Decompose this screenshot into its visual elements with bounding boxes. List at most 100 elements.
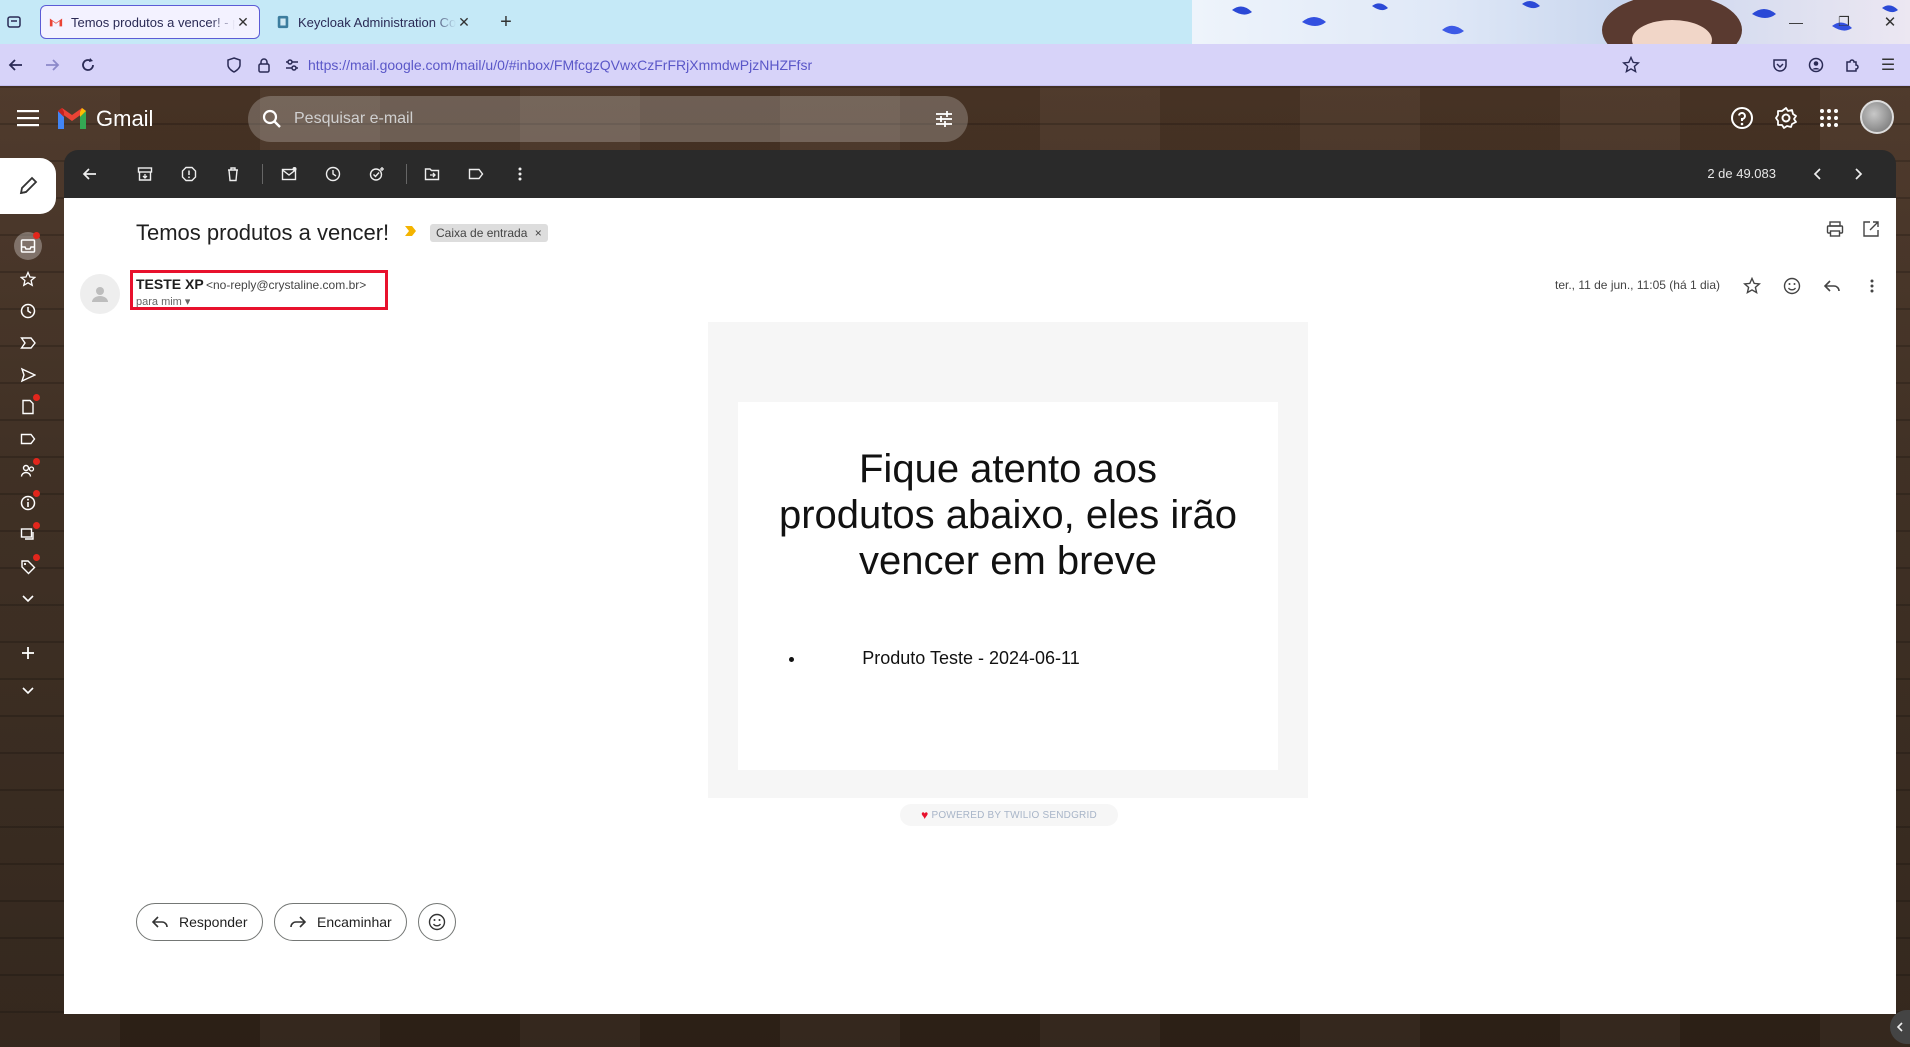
- open-new-window-icon[interactable]: [1862, 220, 1880, 238]
- avatar[interactable]: [1860, 100, 1894, 134]
- list-item: Produto Teste - 2024-06-11: [806, 648, 1196, 669]
- bookmark-star-icon[interactable]: [1622, 56, 1640, 74]
- pencil-icon: [19, 176, 38, 195]
- forward-icon: [289, 913, 307, 931]
- forums-icon[interactable]: [14, 522, 42, 548]
- delete-icon[interactable]: [219, 160, 247, 188]
- more-options-icon[interactable]: [1858, 272, 1886, 300]
- message-toolbar: 2 de 49.083: [64, 150, 1896, 198]
- pagination-text: 2 de 49.083: [1707, 166, 1776, 181]
- print-icon[interactable]: [1826, 220, 1844, 238]
- search-icon[interactable]: [262, 109, 282, 129]
- tab-overview-icon[interactable]: [0, 8, 28, 36]
- keycloak-favicon-icon: [277, 15, 289, 29]
- importance-marker-icon[interactable]: [404, 224, 418, 238]
- heart-icon: ♥: [921, 808, 929, 822]
- archive-icon[interactable]: [131, 160, 159, 188]
- gmail-brand-text: Gmail: [96, 106, 154, 131]
- drafts-icon[interactable]: [14, 394, 42, 420]
- forward-label: Encaminhar: [317, 914, 392, 930]
- tab-title: Temos produtos a vencer! - pedro: [71, 14, 235, 30]
- tab-gmail[interactable]: Temos produtos a vencer! - pedro ✕: [40, 5, 260, 39]
- restore-window-icon[interactable]: ❐: [1830, 8, 1858, 36]
- email-body-container: Fique atento aos produtos abaixo, eles i…: [708, 322, 1308, 798]
- lock-icon[interactable]: [256, 57, 272, 73]
- gmail-favicon-icon: [49, 18, 63, 27]
- sendgrid-badge[interactable]: ♥ POWERED BY TWILIO SENDGRID: [900, 804, 1118, 826]
- older-chevron-right-icon[interactable]: [1844, 160, 1872, 188]
- snoozed-icon[interactable]: [14, 298, 42, 324]
- back-arrow-icon[interactable]: [2, 51, 30, 79]
- inbox-icon[interactable]: [14, 232, 42, 260]
- add-label-icon[interactable]: [14, 640, 42, 666]
- star-icon[interactable]: [1738, 272, 1766, 300]
- reload-icon[interactable]: [74, 51, 102, 79]
- extensions-icon[interactable]: [1838, 51, 1866, 79]
- label-icon[interactable]: [14, 426, 42, 452]
- inbox-label-chip: Caixa de entrada ×: [430, 224, 548, 242]
- chevron-down-icon[interactable]: [14, 678, 42, 704]
- address-bar[interactable]: https://mail.google.com/mail/u/0/#inbox/…: [220, 48, 1650, 82]
- snooze-clock-icon[interactable]: [319, 160, 347, 188]
- search-options-icon[interactable]: [934, 109, 954, 129]
- reply-icon[interactable]: [1818, 272, 1846, 300]
- tab-keycloak[interactable]: Keycloak Administration Console ✕: [268, 5, 480, 39]
- toolbar-divider: [406, 164, 407, 184]
- theme-artwork: — ❐ ✕: [1192, 0, 1910, 44]
- gmail-header: Gmail: [0, 86, 1910, 150]
- chevron-down-icon[interactable]: [14, 586, 42, 612]
- important-icon[interactable]: [14, 330, 42, 356]
- toolbar-divider: [262, 164, 263, 184]
- apps-grid-icon[interactable]: [1811, 100, 1847, 136]
- compose-button[interactable]: [0, 158, 56, 214]
- add-task-icon[interactable]: [363, 160, 391, 188]
- newer-chevron-left-icon[interactable]: [1804, 160, 1832, 188]
- label-as-icon[interactable]: [462, 160, 490, 188]
- help-icon[interactable]: [1724, 100, 1760, 136]
- email-date: ter., 11 de jun., 11:05 (há 1 dia): [1555, 278, 1720, 292]
- reply-button[interactable]: Responder: [136, 903, 263, 941]
- new-tab-icon[interactable]: +: [492, 8, 520, 36]
- updates-icon[interactable]: [14, 490, 42, 516]
- reply-icon: [151, 913, 169, 931]
- starred-icon[interactable]: [14, 266, 42, 292]
- gmail-logo-icon: [58, 108, 86, 129]
- move-to-icon[interactable]: [418, 160, 446, 188]
- gmail-logo[interactable]: Gmail: [56, 106, 153, 132]
- search-bar[interactable]: [248, 96, 968, 142]
- forward-arrow-icon[interactable]: [38, 51, 66, 79]
- main-menu-icon[interactable]: [10, 100, 46, 136]
- url-text[interactable]: https://mail.google.com/mail/u/0/#inbox/…: [308, 57, 812, 73]
- smiley-icon: [428, 913, 446, 931]
- emoji-react-icon[interactable]: [1778, 272, 1806, 300]
- shield-icon[interactable]: [226, 57, 242, 73]
- reply-label: Responder: [179, 914, 248, 930]
- search-input[interactable]: [294, 110, 934, 128]
- settings-gear-icon[interactable]: [1768, 100, 1804, 136]
- close-tab-icon[interactable]: ✕: [456, 14, 472, 31]
- social-icon[interactable]: [14, 458, 42, 484]
- product-list: Produto Teste - 2024-06-11: [796, 648, 1196, 669]
- browser-menu-icon[interactable]: ☰: [1874, 51, 1902, 79]
- more-options-icon[interactable]: [506, 160, 534, 188]
- email-body-card: Fique atento aos produtos abaixo, eles i…: [738, 402, 1278, 770]
- account-icon[interactable]: [1802, 51, 1830, 79]
- emoji-react-button[interactable]: [418, 903, 456, 941]
- close-window-icon[interactable]: ✕: [1876, 8, 1904, 36]
- promotions-icon[interactable]: [14, 554, 42, 580]
- minimize-window-icon[interactable]: —: [1782, 8, 1810, 36]
- email-body-heading: Fique atento aos produtos abaixo, eles i…: [778, 447, 1238, 583]
- sender-avatar[interactable]: [80, 274, 120, 314]
- mark-unread-icon[interactable]: [275, 160, 303, 188]
- highlight-box: [130, 270, 388, 310]
- back-arrow-icon[interactable]: [76, 160, 104, 188]
- remove-label-icon[interactable]: ×: [535, 226, 542, 240]
- message-pane: Temos produtos a vencer! Caixa de entrad…: [64, 198, 1896, 1014]
- forward-button[interactable]: Encaminhar: [274, 903, 407, 941]
- sent-icon[interactable]: [14, 362, 42, 388]
- report-spam-icon[interactable]: [175, 160, 203, 188]
- page-settings-icon[interactable]: [284, 57, 300, 73]
- close-tab-icon[interactable]: ✕: [235, 14, 251, 31]
- pocket-icon[interactable]: [1766, 51, 1794, 79]
- tab-title: Keycloak Administration Console: [298, 14, 456, 30]
